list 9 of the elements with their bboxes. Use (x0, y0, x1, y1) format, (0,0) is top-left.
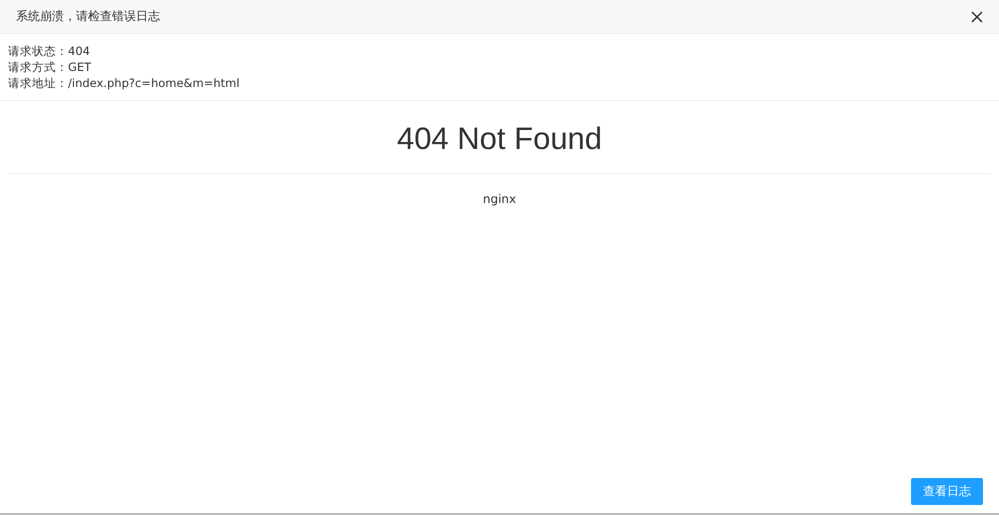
close-button[interactable] (969, 8, 985, 24)
request-info-text: 请求地址：/index.php?c=home&m=html (8, 75, 241, 91)
window-title: 系统崩溃，请检查错误日志 (16, 8, 160, 25)
server-name: nginx (482, 192, 516, 206)
request-info-text: 请求方式：GET (8, 59, 92, 75)
close-icon (971, 10, 983, 22)
request-info-text: 请求状态：404 (8, 43, 91, 59)
view-log-button[interactable]: 查看日志 (911, 478, 983, 505)
error-heading: 404 Not Found (396, 121, 604, 157)
